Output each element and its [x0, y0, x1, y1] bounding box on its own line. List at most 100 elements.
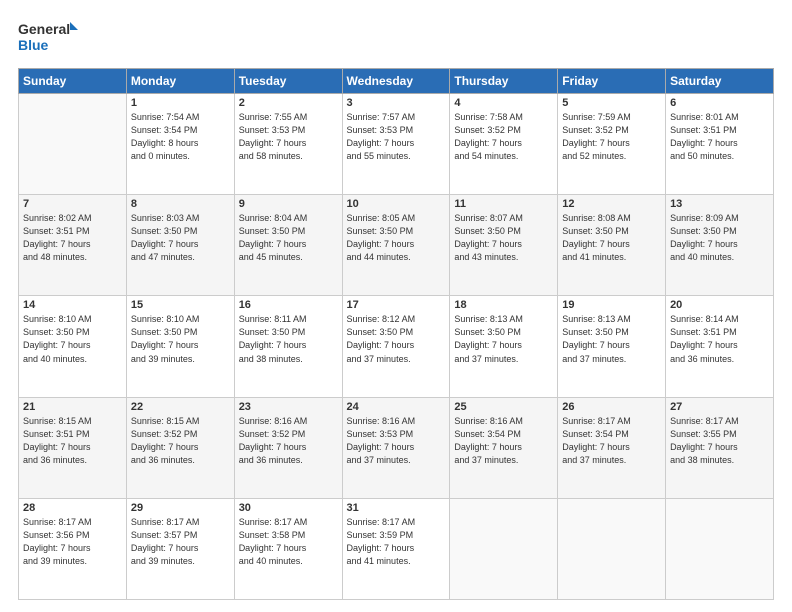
day-info: Sunrise: 8:17 AM Sunset: 3:54 PM Dayligh…: [562, 415, 661, 467]
calendar-cell: 30 Sunrise: 8:17 AM Sunset: 3:58 PM Dayli…: [234, 498, 342, 599]
calendar-header-thursday: Thursday: [450, 69, 558, 94]
calendar-cell: [558, 498, 666, 599]
day-info: Sunrise: 8:03 AM Sunset: 3:50 PM Dayligh…: [131, 212, 230, 264]
day-number: 10: [347, 198, 446, 210]
calendar-cell: 6 Sunrise: 8:01 AM Sunset: 3:51 PM Daylig…: [666, 94, 774, 195]
page-header: General Blue: [18, 18, 774, 60]
calendar-cell: 19Sunrise: 8:13 AM Sunset: 3:50 PM Dayli…: [558, 296, 666, 397]
day-number: 25: [454, 401, 553, 413]
day-number: 29: [131, 502, 230, 514]
calendar-cell: 31 Sunrise: 8:17 AM Sunset: 3:59 PM Dayli…: [342, 498, 450, 599]
day-info: Sunrise: 8:15 AM Sunset: 3:51 PM Dayligh…: [23, 415, 122, 467]
calendar-cell: 26 Sunrise: 8:17 AM Sunset: 3:54 PM Dayli…: [558, 397, 666, 498]
calendar-header-monday: Monday: [126, 69, 234, 94]
day-info: Sunrise: 8:11 AM Sunset: 3:50 PM Dayligh…: [239, 313, 338, 365]
day-info: Sunrise: 8:12 AM Sunset: 3:50 PM Dayligh…: [347, 313, 446, 365]
day-number: 17: [347, 299, 446, 311]
day-info: Sunrise: 8:16 AM Sunset: 3:54 PM Dayligh…: [454, 415, 553, 467]
day-number: 20: [670, 299, 769, 311]
calendar-cell: 13 Sunrise: 8:09 AM Sunset: 3:50 PM Dayli…: [666, 195, 774, 296]
calendar-cell: 29 Sunrise: 8:17 AM Sunset: 3:57 PM Dayli…: [126, 498, 234, 599]
day-info: Sunrise: 7:57 AM Sunset: 3:53 PM Dayligh…: [347, 111, 446, 163]
calendar-cell: 5 Sunrise: 7:59 AM Sunset: 3:52 PM Daylig…: [558, 94, 666, 195]
day-info: Sunrise: 8:10 AM Sunset: 3:50 PM Dayligh…: [131, 313, 230, 365]
day-number: 7: [23, 198, 122, 210]
calendar-header-wednesday: Wednesday: [342, 69, 450, 94]
day-number: 21: [23, 401, 122, 413]
calendar-week-4: 21 Sunrise: 8:15 AM Sunset: 3:51 PM Dayli…: [19, 397, 774, 498]
day-number: 16: [239, 299, 338, 311]
day-info: Sunrise: 8:17 AM Sunset: 3:55 PM Dayligh…: [670, 415, 769, 467]
day-number: 27: [670, 401, 769, 413]
calendar-cell: 18Sunrise: 8:13 AM Sunset: 3:50 PM Dayli…: [450, 296, 558, 397]
day-number: 14: [23, 299, 122, 311]
calendar-cell: 17 Sunrise: 8:12 AM Sunset: 3:50 PM Dayli…: [342, 296, 450, 397]
calendar-cell: 12Sunrise: 8:08 AM Sunset: 3:50 PM Dayli…: [558, 195, 666, 296]
day-number: 13: [670, 198, 769, 210]
day-number: 6: [670, 97, 769, 109]
day-number: 1: [131, 97, 230, 109]
day-info: Sunrise: 8:04 AM Sunset: 3:50 PM Dayligh…: [239, 212, 338, 264]
calendar-table: SundayMondayTuesdayWednesdayThursdayFrid…: [18, 68, 774, 600]
day-info: Sunrise: 8:17 AM Sunset: 3:59 PM Dayligh…: [347, 516, 446, 568]
day-info: Sunrise: 8:16 AM Sunset: 3:53 PM Dayligh…: [347, 415, 446, 467]
calendar-cell: 20 Sunrise: 8:14 AM Sunset: 3:51 PM Dayli…: [666, 296, 774, 397]
calendar-week-5: 28 Sunrise: 8:17 AM Sunset: 3:56 PM Dayli…: [19, 498, 774, 599]
calendar-cell: 27 Sunrise: 8:17 AM Sunset: 3:55 PM Dayli…: [666, 397, 774, 498]
calendar-header-tuesday: Tuesday: [234, 69, 342, 94]
calendar-cell: [19, 94, 127, 195]
calendar-cell: 10Sunrise: 8:05 AM Sunset: 3:50 PM Dayli…: [342, 195, 450, 296]
day-number: 8: [131, 198, 230, 210]
day-info: Sunrise: 7:58 AM Sunset: 3:52 PM Dayligh…: [454, 111, 553, 163]
day-info: Sunrise: 8:07 AM Sunset: 3:50 PM Dayligh…: [454, 212, 553, 264]
calendar-cell: 3 Sunrise: 7:57 AM Sunset: 3:53 PM Daylig…: [342, 94, 450, 195]
day-info: Sunrise: 7:59 AM Sunset: 3:52 PM Dayligh…: [562, 111, 661, 163]
calendar-week-1: 1 Sunrise: 7:54 AM Sunset: 3:54 PM Daylig…: [19, 94, 774, 195]
day-info: Sunrise: 8:17 AM Sunset: 3:57 PM Dayligh…: [131, 516, 230, 568]
logo-svg: General Blue: [18, 18, 78, 60]
day-number: 30: [239, 502, 338, 514]
calendar-cell: 24 Sunrise: 8:16 AM Sunset: 3:53 PM Dayli…: [342, 397, 450, 498]
calendar-cell: 1 Sunrise: 7:54 AM Sunset: 3:54 PM Daylig…: [126, 94, 234, 195]
svg-text:General: General: [18, 21, 70, 37]
day-number: 31: [347, 502, 446, 514]
day-info: Sunrise: 8:10 AM Sunset: 3:50 PM Dayligh…: [23, 313, 122, 365]
day-number: 19: [562, 299, 661, 311]
calendar-cell: [666, 498, 774, 599]
day-info: Sunrise: 7:54 AM Sunset: 3:54 PM Dayligh…: [131, 111, 230, 163]
calendar-week-2: 7 Sunrise: 8:02 AM Sunset: 3:51 PM Daylig…: [19, 195, 774, 296]
calendar-header-saturday: Saturday: [666, 69, 774, 94]
calendar-cell: 7 Sunrise: 8:02 AM Sunset: 3:51 PM Daylig…: [19, 195, 127, 296]
day-number: 3: [347, 97, 446, 109]
day-number: 5: [562, 97, 661, 109]
day-info: Sunrise: 8:09 AM Sunset: 3:50 PM Dayligh…: [670, 212, 769, 264]
day-info: Sunrise: 8:17 AM Sunset: 3:56 PM Dayligh…: [23, 516, 122, 568]
day-number: 26: [562, 401, 661, 413]
day-number: 4: [454, 97, 553, 109]
day-number: 22: [131, 401, 230, 413]
calendar-cell: 23Sunrise: 8:16 AM Sunset: 3:52 PM Dayli…: [234, 397, 342, 498]
calendar-header-sunday: Sunday: [19, 69, 127, 94]
calendar-cell: 21 Sunrise: 8:15 AM Sunset: 3:51 PM Dayli…: [19, 397, 127, 498]
day-number: 2: [239, 97, 338, 109]
day-info: Sunrise: 8:17 AM Sunset: 3:58 PM Dayligh…: [239, 516, 338, 568]
day-number: 12: [562, 198, 661, 210]
day-info: Sunrise: 8:01 AM Sunset: 3:51 PM Dayligh…: [670, 111, 769, 163]
calendar-header-friday: Friday: [558, 69, 666, 94]
calendar-cell: 2Sunrise: 7:55 AM Sunset: 3:53 PM Daylig…: [234, 94, 342, 195]
calendar-cell: [450, 498, 558, 599]
day-info: Sunrise: 8:02 AM Sunset: 3:51 PM Dayligh…: [23, 212, 122, 264]
day-number: 28: [23, 502, 122, 514]
day-number: 11: [454, 198, 553, 210]
day-info: Sunrise: 8:14 AM Sunset: 3:51 PM Dayligh…: [670, 313, 769, 365]
day-number: 15: [131, 299, 230, 311]
calendar-cell: 4 Sunrise: 7:58 AM Sunset: 3:52 PM Daylig…: [450, 94, 558, 195]
calendar-cell: 11 Sunrise: 8:07 AM Sunset: 3:50 PM Dayli…: [450, 195, 558, 296]
svg-text:Blue: Blue: [18, 37, 49, 53]
calendar-week-3: 14 Sunrise: 8:10 AM Sunset: 3:50 PM Dayli…: [19, 296, 774, 397]
calendar-header-row: SundayMondayTuesdayWednesdayThursdayFrid…: [19, 69, 774, 94]
day-number: 24: [347, 401, 446, 413]
day-info: Sunrise: 8:13 AM Sunset: 3:50 PM Dayligh…: [454, 313, 553, 365]
day-number: 9: [239, 198, 338, 210]
calendar-cell: 9 Sunrise: 8:04 AM Sunset: 3:50 PM Daylig…: [234, 195, 342, 296]
